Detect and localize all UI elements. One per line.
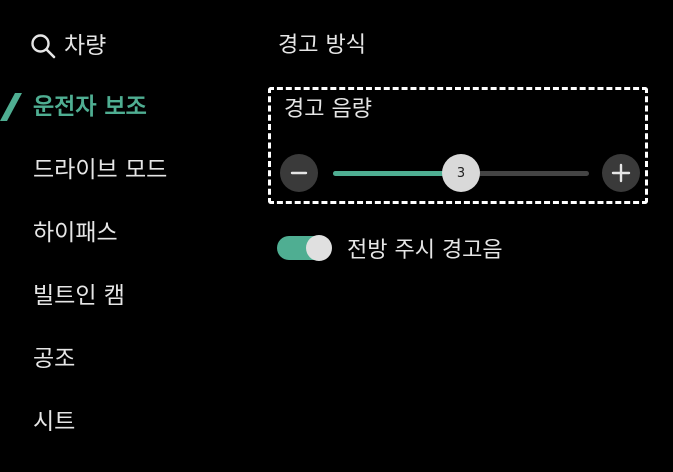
- active-marker-icon: [0, 93, 22, 121]
- sidebar-item-driver-assist[interactable]: 운전자 보조: [33, 87, 147, 127]
- sidebar-item-drive-mode[interactable]: 드라이브 모드: [33, 150, 167, 190]
- plus-icon: [611, 163, 631, 183]
- forward-attention-warning-toggle[interactable]: [277, 235, 332, 261]
- toggle-knob: [306, 235, 332, 261]
- minus-icon: [290, 171, 308, 175]
- volume-slider-track[interactable]: 3: [333, 154, 589, 192]
- sidebar-item-hipass[interactable]: 하이패스: [33, 213, 118, 253]
- volume-value: 3: [456, 165, 466, 181]
- volume-increase-button[interactable]: [602, 154, 640, 192]
- sidebar-item-seat[interactable]: 시트: [33, 402, 75, 442]
- forward-attention-warning-label: 전방 주시 경고음: [347, 238, 503, 263]
- sidebar-search-vehicle[interactable]: 차량: [30, 26, 106, 66]
- warning-volume-title: 경고 음량: [284, 97, 372, 122]
- volume-decrease-button[interactable]: [280, 154, 318, 192]
- sidebar-item-builtin-cam[interactable]: 빌트인 캠: [33, 276, 125, 316]
- section-title-warning-method: 경고 방식: [278, 33, 366, 58]
- warning-volume-card: 경고 음량 3: [268, 87, 648, 204]
- search-icon: [31, 34, 56, 59]
- volume-slider-thumb[interactable]: 3: [442, 154, 480, 192]
- forward-attention-warning-row: 전방 주시 경고음: [277, 228, 503, 268]
- sidebar-search-label: 차량: [64, 33, 107, 59]
- sidebar-item-climate[interactable]: 공조: [33, 339, 75, 379]
- sidebar: 차량 운전자 보조 드라이브 모드 하이패스 빌트인 캠 공조 시트: [0, 0, 240, 472]
